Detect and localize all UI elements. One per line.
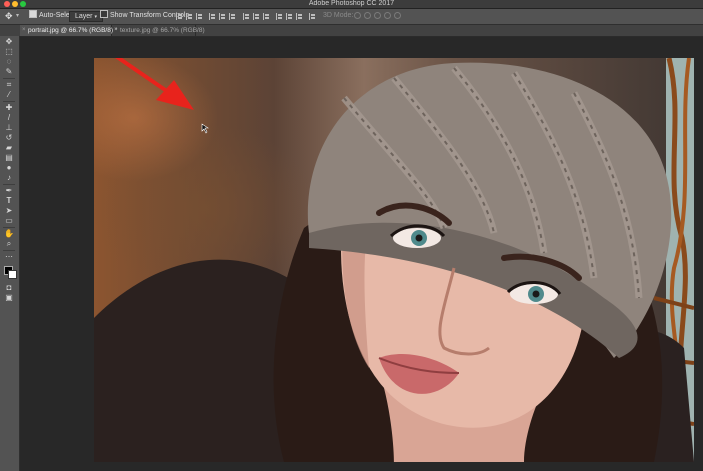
rectangle-tool-icon[interactable]: ▭ — [4, 217, 14, 225]
gradient-tool-icon[interactable]: ▤ — [4, 154, 14, 162]
eraser-tool-icon[interactable]: ▰ — [4, 144, 14, 152]
tab-texture[interactable]: × texture.jpg @ 66.7% (RGB/8) — [112, 25, 205, 36]
tools-divider — [3, 184, 15, 185]
zoom-tool-icon[interactable]: ⌕ — [4, 240, 14, 248]
3d-drag-icon[interactable] — [374, 12, 381, 19]
title-bar: Adobe Photoshop CC 2017 — [0, 0, 703, 9]
background-color-swatch[interactable] — [8, 270, 17, 279]
crop-tool-icon[interactable]: ⌗ — [4, 81, 14, 89]
more-tools-icon[interactable]: ⋯ — [4, 253, 14, 261]
app-title: Adobe Photoshop CC 2017 — [308, 0, 395, 7]
screen-mode-icon[interactable]: ▣ — [4, 294, 14, 302]
eyedropper-tool-icon[interactable]: ⁄ — [4, 91, 14, 99]
align-right-edges-icon[interactable] — [229, 13, 236, 20]
move-tool-icon[interactable]: ✥ — [4, 38, 14, 46]
tools-divider — [3, 250, 15, 251]
align-horizontal-centers-icon[interactable] — [219, 13, 226, 20]
path-selection-tool-icon[interactable]: ➤ — [4, 207, 14, 215]
quick-selection-tool-icon[interactable]: ✎ — [4, 68, 14, 76]
tool-preset-chevron-icon[interactable]: ▾ — [16, 11, 19, 21]
distribute-bottom-icon[interactable] — [263, 13, 270, 20]
close-tab-icon[interactable]: × — [114, 25, 118, 36]
tools-divider — [3, 101, 15, 102]
healing-brush-tool-icon[interactable]: ✚ — [4, 104, 14, 112]
distribute-right-icon[interactable] — [296, 13, 303, 20]
clone-stamp-tool-icon[interactable]: ⊥ — [4, 124, 14, 132]
align-vertical-centers-icon[interactable] — [186, 13, 193, 20]
tools-divider — [3, 78, 15, 79]
tab-label: portrait.jpg @ 66.7% (RGB/8) * — [28, 27, 118, 34]
align-bottom-edges-icon[interactable] — [196, 13, 203, 20]
tools-panel: ✥ ⬚ ◌ ✎ ⌗ ⁄ ✚ / ⊥ ↺ ▰ ▤ ● ♪ ✒ T ➤ ▭ ✋ ⌕ … — [0, 36, 20, 471]
3d-scale-icon[interactable] — [394, 12, 401, 19]
options-bar: ✥ ▾ Auto-Select: Layer ▾ Show Transform … — [0, 9, 703, 25]
lasso-tool-icon[interactable]: ◌ — [4, 58, 14, 66]
quick-mask-icon[interactable]: ◘ — [4, 284, 14, 292]
auto-select-target-dropdown[interactable]: Layer ▾ — [69, 11, 103, 22]
type-tool-icon[interactable]: T — [4, 197, 14, 205]
distribute-top-icon[interactable] — [243, 13, 250, 20]
align-top-edges-icon[interactable] — [176, 13, 183, 20]
auto-select-value: Layer — [75, 13, 93, 20]
portrait-image — [94, 58, 694, 462]
3d-slide-icon[interactable] — [384, 12, 391, 19]
distribute-vertical-centers-icon[interactable] — [253, 13, 260, 20]
dropdown-chevron-icon: ▾ — [94, 14, 97, 20]
show-transform-check-icon — [100, 10, 108, 19]
distribute-left-icon[interactable] — [276, 13, 283, 20]
annotation-arrow — [115, 58, 194, 110]
align-left-edges-icon[interactable] — [209, 13, 216, 20]
distribute-horizontal-centers-icon[interactable] — [286, 13, 293, 20]
close-tab-icon[interactable]: × — [22, 25, 26, 36]
tab-label: texture.jpg @ 66.7% (RGB/8) — [120, 27, 205, 34]
hand-tool-icon[interactable]: ✋ — [4, 230, 14, 238]
tools-divider — [3, 227, 15, 228]
auto-align-layers-icon[interactable] — [309, 13, 316, 20]
marquee-tool-icon[interactable]: ⬚ — [4, 48, 14, 56]
image-canvas[interactable] — [94, 58, 694, 462]
3d-roll-icon[interactable] — [364, 12, 371, 19]
history-brush-tool-icon[interactable]: ↺ — [4, 134, 14, 142]
tab-portrait[interactable]: × portrait.jpg @ 66.7% (RGB/8) * — [20, 25, 117, 36]
mouse-cursor — [201, 123, 209, 134]
blur-tool-icon[interactable]: ● — [4, 164, 14, 172]
3d-mode-label: 3D Mode: — [323, 12, 354, 19]
3d-orbit-icon[interactable] — [354, 12, 361, 19]
document-tab-bar: × portrait.jpg @ 66.7% (RGB/8) * × textu… — [0, 25, 703, 37]
brush-tool-icon[interactable]: / — [4, 114, 14, 122]
pen-tool-icon[interactable]: ✒ — [4, 187, 14, 195]
dodge-tool-icon[interactable]: ♪ — [4, 174, 14, 182]
move-tool-icon[interactable]: ✥ — [5, 11, 13, 21]
auto-select-check-icon — [29, 10, 37, 19]
